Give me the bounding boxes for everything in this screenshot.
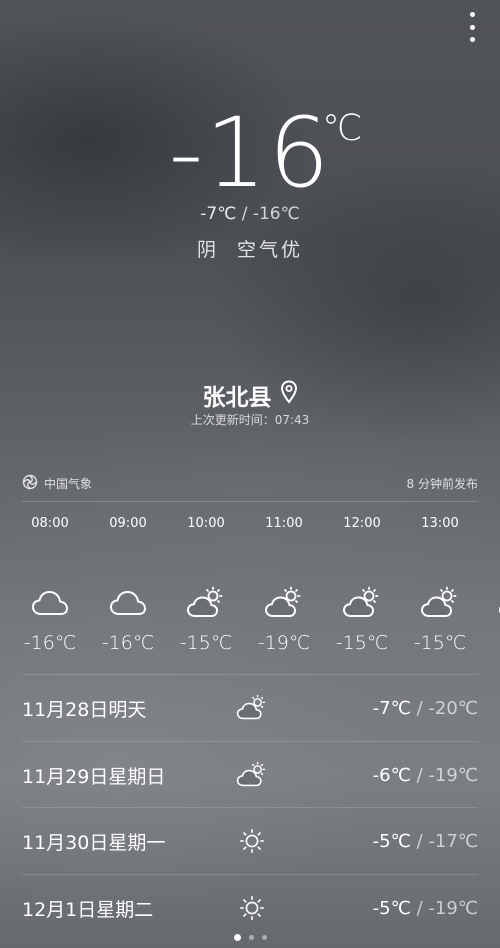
today-low: -16℃ <box>252 204 300 224</box>
day-high: -5℃ <box>372 897 411 919</box>
partly-cloudy-icon <box>167 586 245 622</box>
hour-temperature: -15℃ <box>179 632 233 654</box>
source-name: 中国气象 <box>44 476 93 491</box>
source-provider: 中国气象 <box>22 474 92 493</box>
page-dot[interactable] <box>248 935 254 940</box>
hour-time: 10:00 <box>187 516 225 531</box>
hour-temperature: -19℃ <box>257 632 311 654</box>
more-dot-icon <box>469 12 475 17</box>
day-low: -20℃ <box>428 697 478 719</box>
hourly-item-next <box>479 514 500 622</box>
weather-condition: 阴 空气优 <box>196 239 304 261</box>
current-temperature: -16 <box>168 97 332 209</box>
partly-cloudy-icon <box>232 761 272 789</box>
more-options-button[interactable] <box>466 12 478 42</box>
day-temperature-range: -6℃ / -19℃ <box>272 765 478 786</box>
city-name: 张北县 <box>202 385 272 411</box>
day-date: 11月29日星期日 <box>22 765 166 788</box>
daily-row[interactable]: 11月30日星期一 -5℃ / -17℃ <box>22 807 478 874</box>
hour-temperature: -15℃ <box>413 632 467 654</box>
more-dot-icon <box>469 24 475 30</box>
hourly-item: 12:00 -15℃ <box>323 514 401 654</box>
day-low: -17℃ <box>428 830 478 852</box>
hour-temperature: -16℃ <box>23 632 77 654</box>
hourly-item: 08:00 -16℃ <box>11 514 89 654</box>
day-high: -6℃ <box>372 764 411 786</box>
partly-cloudy-icon <box>479 586 500 622</box>
partly-cloudy-icon <box>232 694 272 722</box>
range-separator: / <box>416 897 423 919</box>
location-pin-icon <box>280 380 298 410</box>
hour-time: 13:00 <box>421 516 459 531</box>
range-separator: / <box>241 204 248 224</box>
temperature-unit: ℃ <box>322 108 363 149</box>
hourly-forecast[interactable]: 08:00 -16℃ 09:00 -16℃ 10:00 -15℃ 11:00 -19℃ 12:0… <box>0 514 500 664</box>
hour-temperature: -15℃ <box>335 632 389 654</box>
last-updated: 上次更新时间：07:43 <box>190 413 310 427</box>
weather-bureau-logo-icon <box>22 474 38 493</box>
publish-time: 8 分钟前发布 <box>406 476 478 491</box>
partly-cloudy-icon <box>323 586 401 622</box>
day-date: 11月30日星期一 <box>22 831 166 854</box>
hourly-item: 09:00 -16℃ <box>89 514 167 654</box>
partly-cloudy-icon <box>245 586 323 622</box>
cloud-icon <box>89 586 167 622</box>
day-temperature-range: -7℃ / -20℃ <box>272 698 478 719</box>
day-date: 12月1日星期二 <box>22 898 154 921</box>
daily-row[interactable]: 11月28日明天 -7℃ / -20℃ <box>22 674 478 741</box>
hour-time: 09:00 <box>109 516 147 531</box>
hourly-item: 11:00 -19℃ <box>245 514 323 654</box>
today-temperature-range: -7℃ / -16℃ <box>0 204 500 224</box>
page-dot[interactable] <box>233 934 241 941</box>
hour-time: 11:00 <box>265 516 303 531</box>
hour-temperature: -16℃ <box>101 632 155 654</box>
source-bar: 中国气象 8 分钟前发布 <box>22 472 478 494</box>
day-low: -19℃ <box>428 764 478 786</box>
city-selector[interactable]: 张北县 <box>0 378 500 412</box>
day-low: -19℃ <box>428 897 478 919</box>
hourly-item: 13:00 -15℃ <box>401 514 479 654</box>
hour-time: 08:00 <box>31 516 69 531</box>
hour-time: 12:00 <box>343 516 381 531</box>
daily-row[interactable]: 12月1日星期二 -5℃ / -19℃ <box>22 874 478 941</box>
more-dot-icon <box>469 37 475 42</box>
range-separator: / <box>416 764 423 786</box>
range-separator: / <box>416 697 423 719</box>
today-high: -7℃ <box>200 204 237 224</box>
sun-icon <box>232 827 272 855</box>
divider <box>22 501 478 502</box>
day-temperature-range: -5℃ / -19℃ <box>272 898 478 919</box>
sun-icon <box>232 894 272 922</box>
range-separator: / <box>416 830 423 852</box>
page-indicator <box>0 934 500 941</box>
page-dot[interactable] <box>261 935 267 940</box>
day-high: -5℃ <box>372 830 411 852</box>
day-high: -7℃ <box>372 697 411 719</box>
cloud-icon <box>11 586 89 622</box>
daily-row[interactable]: 11月29日星期日 -6℃ / -19℃ <box>22 741 478 808</box>
partly-cloudy-icon <box>401 586 479 622</box>
weather-screen: -16 ℃ -7℃ / -16℃ 阴 空气优 张北县 上次更新时间：07:43 <box>0 0 500 948</box>
day-date: 11月28日明天 <box>22 698 147 721</box>
day-temperature-range: -5℃ / -17℃ <box>272 831 478 852</box>
hourly-item: 10:00 -15℃ <box>167 514 245 654</box>
